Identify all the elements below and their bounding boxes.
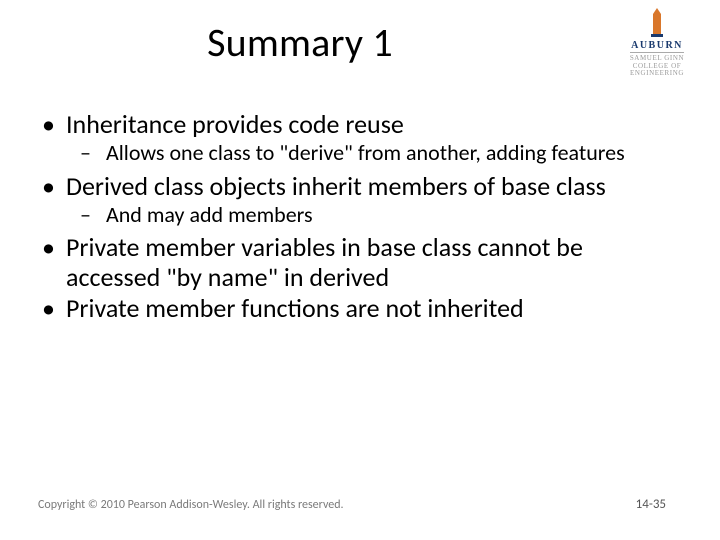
content-area: Inheritance provides code reuse Allows o…: [38, 110, 680, 325]
bullet-item: Inheritance provides code reuse Allows o…: [38, 110, 680, 166]
slide: Summary 1 AUBURN SAMUEL GINN COLLEGE OF …: [0, 0, 720, 540]
sub-item: Allows one class to "derive" from anothe…: [72, 141, 680, 166]
bullet-text: Inheritance provides code reuse: [66, 108, 404, 140]
logo-college-line2: COLLEGE OF ENGINEERING: [612, 63, 702, 78]
bullet-text: Private member functions are not inherit…: [66, 292, 524, 324]
bullet-text: Derived class objects inherit members of…: [66, 170, 606, 202]
logo-university: AUBURN: [612, 40, 702, 51]
logo-divider: [630, 52, 684, 53]
bullet-item: Private member variables in base class c…: [38, 233, 680, 291]
bullet-item: Private member functions are not inherit…: [38, 294, 680, 323]
sub-item: And may add members: [72, 203, 680, 228]
slide-title: Summary 1: [0, 18, 600, 67]
tower-icon: [644, 8, 670, 38]
bullet-text: Private member variables in base class c…: [66, 231, 583, 292]
sub-list: And may add members: [66, 203, 680, 228]
bullet-list: Inheritance provides code reuse Allows o…: [38, 110, 680, 323]
auburn-logo: AUBURN SAMUEL GINN COLLEGE OF ENGINEERIN…: [612, 8, 702, 78]
bullet-item: Derived class objects inherit members of…: [38, 172, 680, 228]
copyright-text: Copyright © 2010 Pearson Addison-Wesley.…: [38, 498, 344, 512]
page-number: 14-35: [636, 497, 666, 512]
sub-list: Allows one class to "derive" from anothe…: [66, 141, 680, 166]
